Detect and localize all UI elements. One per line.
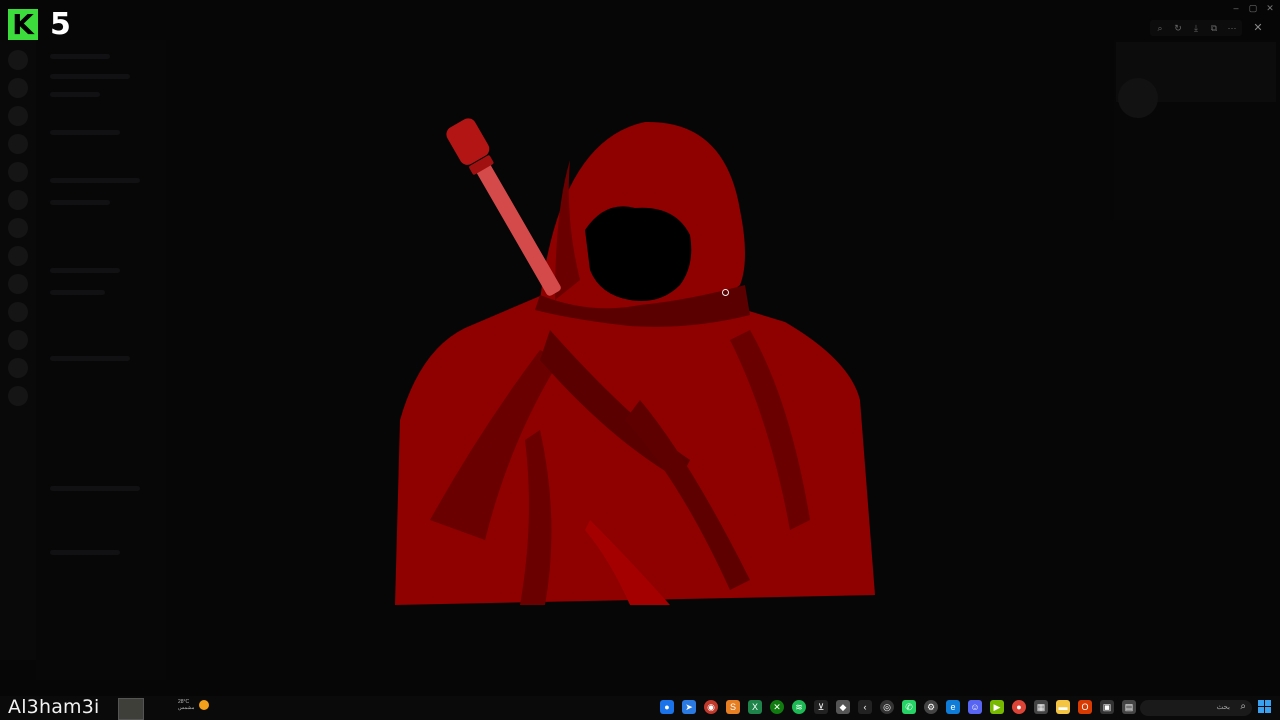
channel-item[interactable] — [50, 200, 110, 205]
search-icon: ⌕ — [1240, 701, 1246, 712]
channel-item[interactable] — [50, 74, 130, 79]
taskbar-search[interactable]: بحث ⌕ — [1140, 700, 1252, 716]
zoom-icon[interactable]: ⌕ — [1154, 22, 1166, 34]
cloak-body — [395, 296, 875, 605]
channel-item[interactable] — [50, 486, 140, 491]
edge-icon[interactable]: e — [946, 700, 960, 714]
whatsapp-icon[interactable]: ✆ — [902, 700, 916, 714]
spotify-icon[interactable]: ≋ — [792, 700, 806, 714]
back-arrow-icon[interactable]: ‹ — [858, 700, 872, 714]
open-external-icon[interactable]: ⧉ — [1208, 22, 1220, 34]
nvidia-icon[interactable]: ▶ — [990, 700, 1004, 714]
channel-item[interactable] — [50, 178, 140, 183]
capcut-icon[interactable]: ⊻ — [814, 700, 828, 714]
channel-item[interactable] — [50, 130, 120, 135]
server-icon[interactable] — [8, 78, 28, 98]
server-icon[interactable] — [8, 50, 28, 70]
channel-logo-number: 5 — [50, 7, 71, 42]
sun-icon — [199, 700, 209, 710]
creator-handle: Al3ham3i — [8, 696, 100, 718]
taskbar: Al3ham3i 28°C مشمس ● ➤ ◉ S X ✕ ≋ ⊻ ◆ ‹ ◎… — [0, 696, 1280, 720]
search-placeholder: بحث — [1216, 704, 1230, 711]
server-icon[interactable] — [8, 106, 28, 126]
weather-condition: مشمس — [178, 705, 195, 711]
taskbar-thumbnail[interactable] — [118, 698, 144, 720]
server-icon[interactable] — [8, 246, 28, 266]
sword-grip — [474, 160, 561, 296]
more-icon[interactable]: ⋯ — [1226, 22, 1238, 34]
close-window-button[interactable]: ✕ — [1264, 3, 1276, 13]
maximize-button[interactable]: ▢ — [1247, 3, 1259, 13]
image-viewer-toolbar: ⌕ ↻ ⤓ ⧉ ⋯ — [1150, 20, 1242, 36]
server-icon[interactable] — [8, 190, 28, 210]
channel-item[interactable] — [50, 268, 120, 273]
weather-widget[interactable]: 28°C مشمس — [178, 699, 194, 711]
sublime-icon[interactable]: S — [726, 700, 740, 714]
channel-item[interactable] — [50, 550, 120, 555]
channel-list — [36, 40, 166, 680]
xbox-icon[interactable]: ✕ — [770, 700, 784, 714]
record-icon[interactable]: ◉ — [704, 700, 718, 714]
store-icon[interactable]: ▣ — [1100, 700, 1114, 714]
server-icon[interactable] — [8, 162, 28, 182]
windows-start-icon[interactable] — [1258, 700, 1271, 713]
calculator-icon[interactable]: ▦ — [1034, 700, 1048, 714]
paper-plane-icon[interactable]: ➤ — [682, 700, 696, 714]
mouse-cursor — [722, 289, 729, 296]
server-icon[interactable] — [8, 302, 28, 322]
channel-logo-k: K — [8, 9, 38, 40]
folder-icon[interactable]: ▬ — [1056, 700, 1070, 714]
channel-item[interactable] — [50, 54, 110, 59]
discord-icon[interactable]: ☺ — [968, 700, 982, 714]
chrome-icon[interactable]: ● — [660, 700, 674, 714]
server-rail — [0, 40, 36, 660]
download-icon[interactable]: ⤓ — [1190, 22, 1202, 34]
game-icon[interactable]: ◆ — [836, 700, 850, 714]
hooded-figure-artwork — [395, 118, 875, 605]
channel-item[interactable] — [50, 290, 105, 295]
excel-icon[interactable]: X — [748, 700, 762, 714]
server-icon[interactable] — [8, 330, 28, 350]
office-icon[interactable]: O — [1078, 700, 1092, 714]
settings-icon[interactable]: ⚙ — [924, 700, 938, 714]
files-icon[interactable]: ▤ — [1122, 700, 1136, 714]
minimize-button[interactable]: – — [1230, 3, 1242, 13]
server-icon[interactable] — [8, 134, 28, 154]
server-icon[interactable] — [8, 386, 28, 406]
server-icon[interactable] — [8, 274, 28, 294]
rotate-icon[interactable]: ↻ — [1172, 22, 1184, 34]
server-icon[interactable] — [8, 358, 28, 378]
channel-item[interactable] — [50, 92, 100, 97]
server-icon[interactable] — [8, 218, 28, 238]
close-icon[interactable]: ✕ — [1250, 20, 1266, 36]
channel-item[interactable] — [50, 356, 130, 361]
avatar — [1118, 78, 1158, 118]
obs-icon[interactable]: ◎ — [880, 700, 894, 714]
sword — [446, 118, 561, 296]
chrome-icon[interactable]: ● — [1012, 700, 1026, 714]
